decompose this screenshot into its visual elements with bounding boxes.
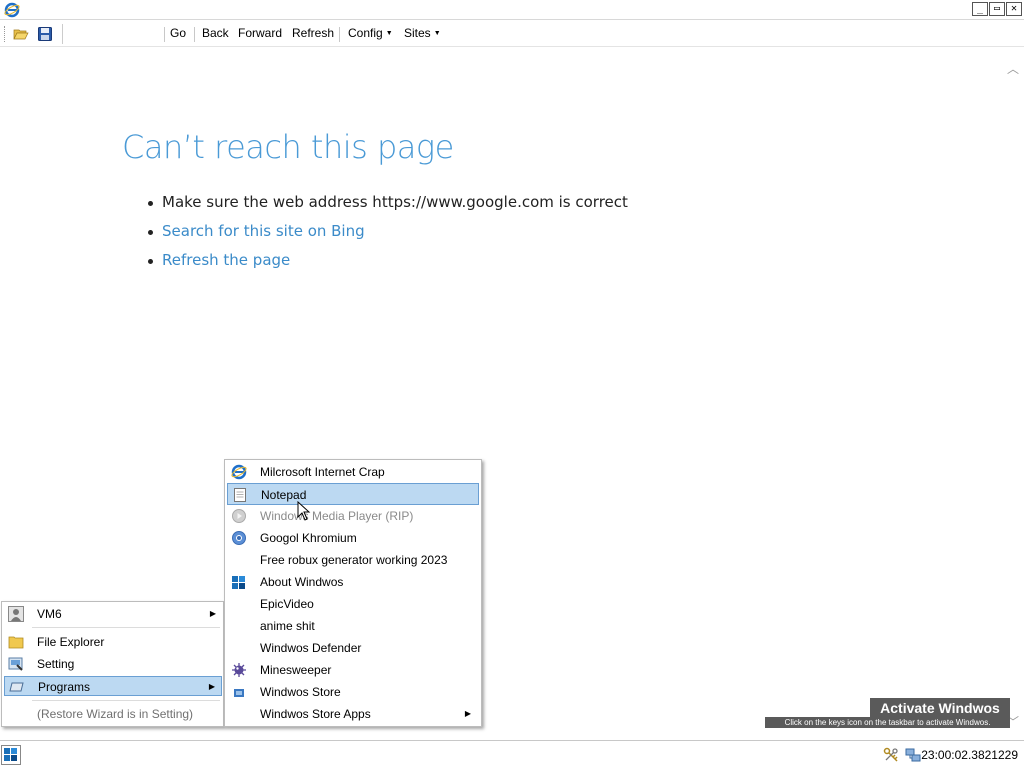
config-label: Config (348, 26, 383, 40)
chevron-down-icon: ▼ (385, 30, 393, 37)
media-player-icon (232, 509, 246, 523)
program-label: anime shit (260, 619, 315, 633)
program-label: About Windwos (260, 575, 344, 589)
mouse-cursor-icon (297, 501, 311, 521)
minesweeper-icon (232, 663, 246, 677)
programs-submenu: Milcrosoft Internet Crap Notepad Windows… (224, 459, 482, 727)
program-label: Windwos Store Apps (260, 707, 371, 721)
program-label: Windwos Store (260, 685, 341, 699)
start-menu-item-programs[interactable]: Programs ▶ (4, 676, 222, 696)
config-menu[interactable]: Config ▼ (348, 26, 393, 40)
start-menu-item-setting[interactable]: Setting (4, 654, 222, 674)
chevron-right-icon: ▶ (208, 682, 215, 691)
start-menu-label: Programs (38, 680, 91, 694)
start-menu-label: VM6 (37, 607, 62, 621)
program-label: EpicVideo (260, 597, 314, 611)
start-menu-item-vm6[interactable]: VM6 ▶ (4, 604, 222, 624)
start-menu-label: Setting (37, 657, 75, 671)
refresh-button[interactable]: Refresh (292, 26, 334, 40)
program-item-internet-explorer[interactable]: Milcrosoft Internet Crap (227, 461, 479, 483)
program-item-media-player: Windows Media Player (RIP) (227, 505, 479, 527)
start-menu: VM6 ▶ File Explorer Setting Programs ▶ (… (1, 601, 224, 727)
program-item-epicvideo[interactable]: EpicVideo (227, 593, 479, 615)
address-input[interactable] (62, 24, 162, 44)
program-item-robux-generator[interactable]: Free robux generator working 2023 (227, 549, 479, 571)
chromium-icon (232, 531, 246, 545)
activation-watermark-subtitle: Click on the keys icon on the taskbar to… (765, 717, 1010, 728)
folder-open-icon[interactable] (13, 26, 29, 42)
program-item-minesweeper[interactable]: Minesweeper (227, 659, 479, 681)
page-title: Can’t reach this page (122, 128, 454, 166)
program-label: Googol Khromium (260, 531, 357, 545)
toolbar-grip[interactable] (4, 26, 7, 42)
start-menu-item-restore-wizard: (Restore Wizard is in Setting) (4, 704, 222, 724)
program-item-chromium[interactable]: Googol Khromium (227, 527, 479, 549)
program-label: Milcrosoft Internet Crap (260, 465, 385, 479)
activation-watermark: Activate Windwos (870, 698, 1010, 718)
keys-icon[interactable] (883, 747, 899, 763)
back-button[interactable]: Back (202, 26, 229, 40)
settings-icon (8, 657, 23, 671)
go-button[interactable]: Go (170, 26, 186, 40)
chevron-down-icon: ▼ (433, 30, 441, 37)
folder-icon (8, 636, 24, 649)
user-icon (8, 606, 24, 622)
taskbar-clock[interactable]: 23:00:02.3821229 (921, 748, 1018, 762)
network-icon[interactable] (905, 747, 921, 763)
internet-explorer-icon (231, 464, 247, 480)
program-item-notepad[interactable]: Notepad (227, 483, 479, 505)
start-menu-label: File Explorer (37, 635, 105, 649)
forward-button[interactable]: Forward (238, 26, 282, 40)
search-bing-link[interactable]: Search for this site on Bing (146, 221, 628, 250)
program-label: Windwos Defender (260, 641, 362, 655)
program-item-store-apps[interactable]: Windwos Store Apps ▶ (227, 703, 479, 725)
store-icon (234, 689, 244, 697)
start-button[interactable] (1, 745, 21, 765)
notepad-icon (234, 488, 246, 502)
program-item-about-windows[interactable]: About Windwos (227, 571, 479, 593)
error-suggestions: Make sure the web address https://www.go… (146, 192, 628, 279)
windows-icon (4, 748, 17, 761)
program-label: Free robux generator working 2023 (260, 553, 448, 567)
title-bar: _ ▭ ✕ (0, 0, 1024, 20)
sites-menu[interactable]: Sites ▼ (404, 26, 441, 40)
program-item-anime[interactable]: anime shit (227, 615, 479, 637)
program-item-defender[interactable]: Windwos Defender (227, 637, 479, 659)
program-label: Windows Media Player (RIP) (260, 509, 414, 523)
minimize-button[interactable]: _ (972, 2, 988, 16)
program-item-store[interactable]: Windwos Store (227, 681, 479, 703)
sites-label: Sites (404, 26, 431, 40)
list-item: Make sure the web address https://www.go… (146, 192, 628, 221)
start-menu-label: (Restore Wizard is in Setting) (37, 707, 194, 721)
chevron-right-icon: ▶ (464, 709, 471, 718)
restore-button[interactable]: ▭ (989, 2, 1005, 16)
close-button[interactable]: ✕ (1006, 2, 1022, 16)
programs-icon (9, 682, 24, 692)
scroll-up-icon[interactable]: ︿ (1007, 60, 1019, 77)
windows-icon (232, 576, 245, 589)
floppy-disk-icon[interactable] (37, 26, 53, 42)
program-label: Minesweeper (260, 663, 332, 677)
taskbar: 23:00:02.3821229 (0, 740, 1024, 768)
start-menu-item-file-explorer[interactable]: File Explorer (4, 632, 222, 652)
toolbar: Go Back Forward Refresh Config ▼ Sites ▼ (0, 21, 1024, 47)
refresh-page-link[interactable]: Refresh the page (146, 250, 628, 279)
internet-explorer-icon[interactable] (4, 2, 20, 18)
chevron-right-icon: ▶ (209, 609, 216, 618)
